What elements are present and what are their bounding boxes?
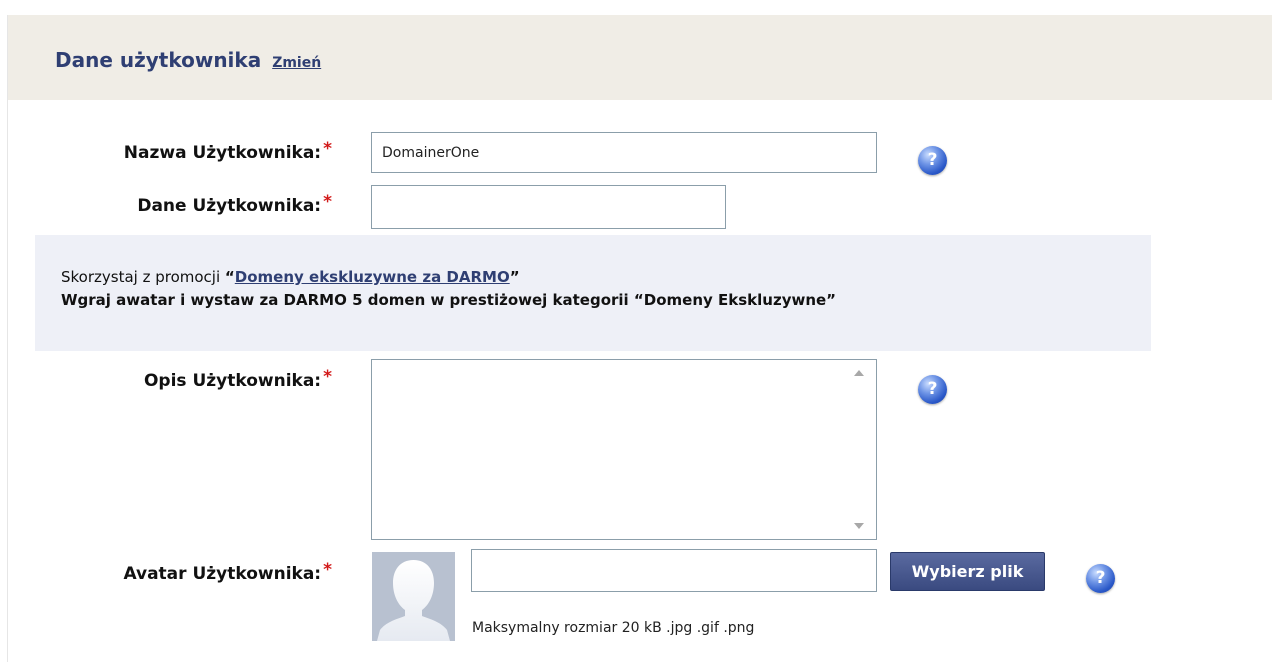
required-mark: *: [323, 192, 332, 212]
promo-line-2: Wgraj awatar i wystaw za DARMO 5 domen w…: [61, 291, 837, 309]
scroll-up-arrow[interactable]: [854, 370, 864, 376]
change-link[interactable]: Zmień: [272, 55, 321, 71]
section-title-text: Dane użytkownika: [55, 48, 262, 72]
required-mark: *: [323, 560, 332, 580]
required-mark: *: [323, 367, 332, 387]
page-border: [7, 15, 8, 662]
help-icon[interactable]: ?: [1086, 564, 1115, 593]
promo-close-quote: ”: [509, 268, 520, 286]
promo-banner: Skorzystaj z promocji “Domeny ekskluzywn…: [35, 235, 1151, 351]
username-label-text: Nazwa Użytkownika:: [123, 143, 322, 163]
promo-open-quote: “: [224, 268, 235, 286]
avatar-label-text: Avatar Użytkownika:: [123, 564, 322, 584]
user-data-label-text: Dane Użytkownika:: [137, 196, 322, 216]
user-data-label: Dane Użytkownika: *: [137, 192, 332, 216]
required-mark: *: [323, 139, 332, 159]
promo-prefix: Skorzystaj z promocji: [61, 268, 225, 286]
description-textarea[interactable]: [371, 359, 877, 540]
user-silhouette-icon: [372, 552, 455, 641]
scroll-down-arrow[interactable]: [854, 523, 864, 529]
promo-line-1: Skorzystaj z promocji “Domeny ekskluzywn…: [61, 268, 520, 286]
description-label: Opis Użytkownika: *: [143, 367, 332, 391]
username-input[interactable]: [371, 132, 877, 173]
section-header: Dane użytkownika Zmień: [8, 15, 1272, 100]
choose-file-button[interactable]: Wybierz plik: [890, 552, 1045, 591]
avatar-label: Avatar Użytkownika: *: [123, 560, 332, 584]
user-data-input[interactable]: [371, 185, 726, 229]
promo-link[interactable]: Domeny ekskluzywne za DARMO: [235, 268, 510, 286]
avatar-size-hint: Maksymalny rozmiar 20 kB .jpg .gif .png: [472, 620, 755, 636]
description-label-text: Opis Użytkownika:: [143, 371, 322, 391]
avatar-file-input[interactable]: [471, 549, 877, 592]
help-icon[interactable]: ?: [918, 375, 947, 404]
username-label: Nazwa Użytkownika: *: [123, 139, 332, 163]
help-icon[interactable]: ?: [918, 146, 947, 175]
avatar-placeholder-icon: [372, 552, 455, 641]
section-title: Dane użytkownika Zmień: [55, 48, 321, 72]
